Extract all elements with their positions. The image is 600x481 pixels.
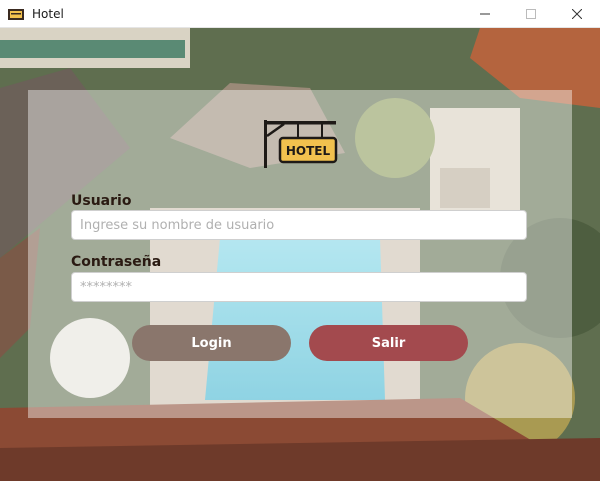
close-button[interactable] xyxy=(554,0,600,28)
password-label: Contraseña xyxy=(71,254,162,270)
title-bar[interactable]: Hotel xyxy=(0,0,600,28)
username-label: Usuario xyxy=(71,193,132,209)
hotel-sign-text: HOTEL xyxy=(286,144,331,158)
maximize-icon xyxy=(526,9,536,19)
password-input[interactable]: ******** xyxy=(71,272,527,302)
app-icon xyxy=(8,7,24,21)
username-input[interactable]: Ingrese su nombre de usuario xyxy=(71,210,527,240)
login-button[interactable]: Login xyxy=(132,325,291,361)
login-panel: HOTEL Usuario Ingrese su nombre de usuar… xyxy=(28,90,572,418)
hotel-sign-icon: HOTEL xyxy=(264,120,338,168)
minimize-icon xyxy=(480,13,490,15)
window-title: Hotel xyxy=(32,6,64,21)
maximize-button[interactable] xyxy=(508,0,554,28)
close-icon xyxy=(572,9,582,19)
exit-button[interactable]: Salir xyxy=(309,325,468,361)
minimize-button[interactable] xyxy=(462,0,508,28)
